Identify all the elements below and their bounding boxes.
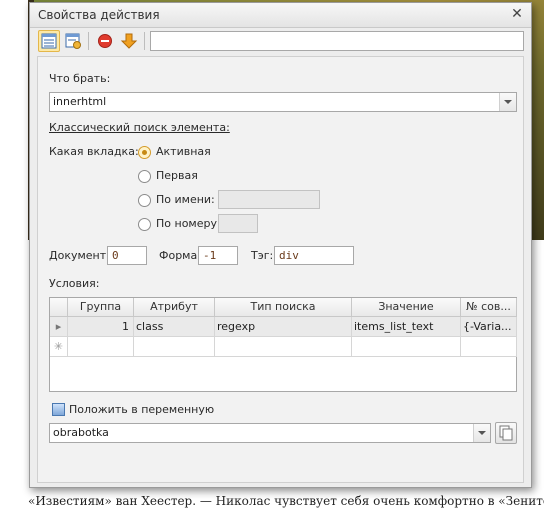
tag-input[interactable]: div bbox=[274, 246, 354, 265]
title-bar: Свойства действия ✕ bbox=[30, 3, 531, 28]
stop-button[interactable] bbox=[94, 30, 116, 52]
close-icon[interactable]: ✕ bbox=[509, 6, 525, 22]
document-value: 0 bbox=[112, 249, 119, 262]
dialog-title: Свойства действия bbox=[38, 8, 160, 22]
radio-active-tab[interactable] bbox=[138, 146, 151, 159]
grid-view-icon bbox=[41, 33, 57, 49]
new-row-cell[interactable] bbox=[215, 337, 352, 357]
column-header-match[interactable]: № сов... bbox=[461, 298, 517, 317]
properties-panel: Что брать: innerhtml Классический поиск … bbox=[37, 56, 524, 483]
new-row-cell[interactable] bbox=[352, 337, 461, 357]
variable-select[interactable]: obrabotka bbox=[49, 423, 491, 443]
radio-first-tab[interactable] bbox=[138, 170, 151, 183]
tab-name-input[interactable] bbox=[218, 190, 320, 209]
toolbar bbox=[30, 28, 531, 54]
action-properties-dialog: Свойства действия ✕ Что брать: innerhtml… bbox=[29, 2, 532, 488]
settings-icon bbox=[65, 33, 81, 49]
form-label: Форма: bbox=[159, 249, 201, 262]
chevron-down-icon[interactable] bbox=[473, 424, 490, 442]
background-article-line: «Известиям» ван Хеестер. — Николас чувст… bbox=[28, 494, 544, 508]
chevron-down-icon[interactable] bbox=[499, 93, 516, 111]
form-input[interactable]: -1 bbox=[198, 246, 238, 265]
tab-number-input[interactable] bbox=[218, 214, 258, 233]
conditions-grid[interactable]: Группа Атрибут Тип поиска Значение № сов… bbox=[49, 297, 517, 392]
form-value: -1 bbox=[203, 249, 217, 262]
radio-by-number-label: По номеру: bbox=[156, 217, 221, 230]
column-header-group[interactable]: Группа bbox=[68, 298, 134, 317]
stop-icon bbox=[98, 34, 112, 48]
document-label: Документ: bbox=[49, 249, 110, 262]
column-header-value[interactable]: Значение bbox=[352, 298, 461, 317]
column-header-attribute[interactable]: Атрибут bbox=[134, 298, 215, 317]
radio-by-number[interactable] bbox=[138, 218, 151, 231]
row-indicator-icon[interactable]: ▸ bbox=[50, 317, 68, 337]
new-row-cell[interactable] bbox=[461, 337, 517, 357]
settings-button[interactable] bbox=[62, 30, 84, 52]
cell-attribute[interactable]: class bbox=[134, 317, 215, 337]
new-row-cell[interactable] bbox=[134, 337, 215, 357]
toolbar-text-input[interactable] bbox=[150, 31, 524, 51]
toolbar-separator bbox=[144, 32, 145, 50]
down-arrow-icon bbox=[120, 33, 138, 49]
variable-value: obrabotka bbox=[53, 426, 109, 439]
tag-label: Тэг: bbox=[251, 249, 274, 262]
copy-icon bbox=[499, 425, 513, 441]
column-header-search-type[interactable]: Тип поиска bbox=[215, 298, 352, 317]
what-to-take-select[interactable]: innerhtml bbox=[49, 92, 517, 112]
radio-active-tab-label: Активная bbox=[156, 145, 211, 158]
radio-by-name-label: По имени: bbox=[156, 193, 215, 206]
put-in-variable-checkbox[interactable] bbox=[52, 403, 65, 416]
put-in-variable-label: Положить в переменную bbox=[69, 403, 215, 416]
conditions-label: Условия: bbox=[49, 277, 100, 290]
grid-corner bbox=[50, 298, 68, 317]
cell-value[interactable]: items_list_text bbox=[352, 317, 461, 337]
move-down-button[interactable] bbox=[118, 30, 140, 52]
new-row-icon[interactable]: ✳ bbox=[50, 337, 68, 357]
what-to-take-label: Что брать: bbox=[49, 72, 111, 85]
cell-match[interactable]: {-Varia... bbox=[461, 317, 517, 337]
cell-search-type[interactable]: regexp bbox=[215, 317, 352, 337]
copy-variable-button[interactable] bbox=[495, 422, 517, 444]
radio-by-name[interactable] bbox=[138, 194, 151, 207]
new-row-cell[interactable] bbox=[68, 337, 134, 357]
what-to-take-value: innerhtml bbox=[53, 95, 107, 108]
cell-group[interactable]: 1 bbox=[68, 317, 134, 337]
which-tab-label: Какая вкладка: bbox=[49, 145, 139, 158]
radio-first-tab-label: Первая bbox=[156, 169, 198, 182]
toolbar-separator bbox=[88, 32, 89, 50]
grid-view-button[interactable] bbox=[38, 30, 60, 52]
document-input[interactable]: 0 bbox=[107, 246, 147, 265]
tag-value: div bbox=[279, 249, 299, 262]
classic-search-label: Классический поиск элемента: bbox=[49, 121, 230, 134]
